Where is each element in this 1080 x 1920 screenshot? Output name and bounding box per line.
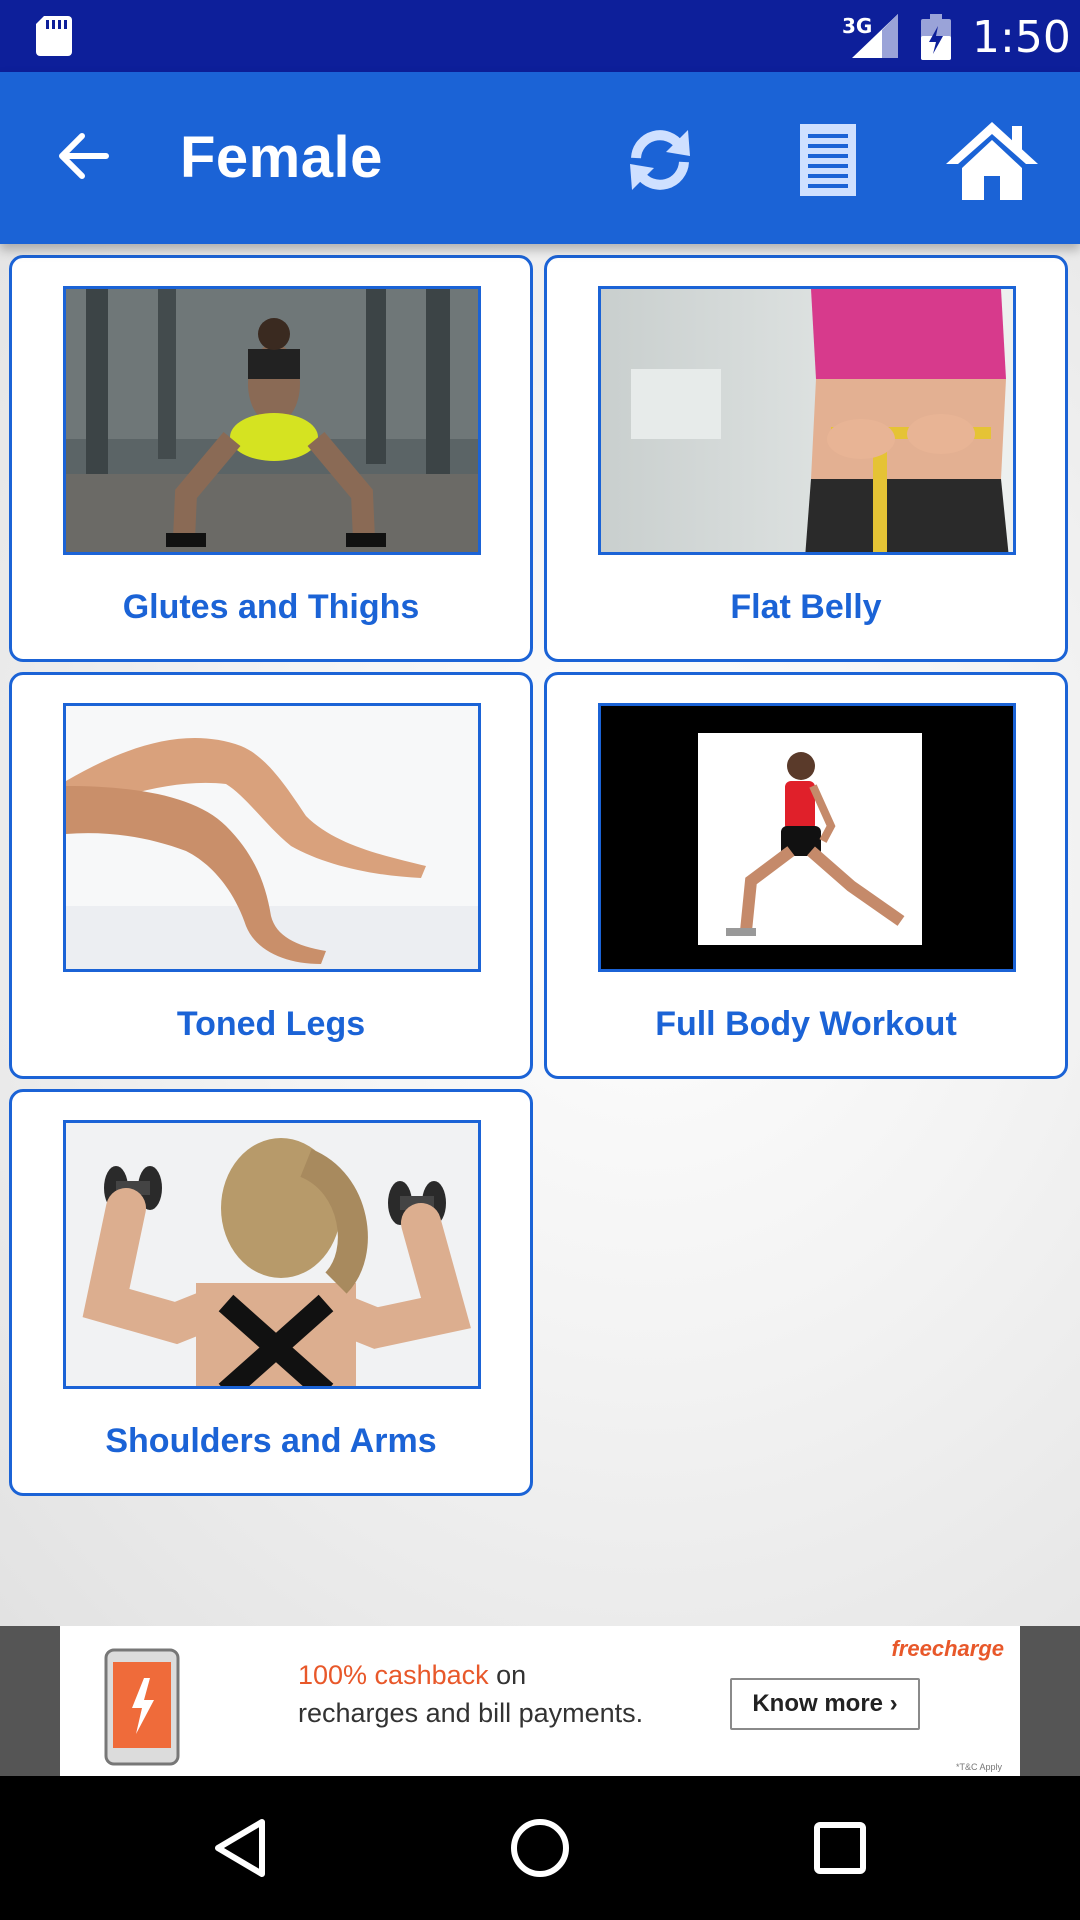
ad-headline-rest: on — [488, 1660, 527, 1690]
nav-back-icon — [215, 1819, 265, 1877]
list-button[interactable] — [780, 112, 876, 208]
signal-icon — [852, 14, 898, 58]
ad-brand-logo: freecharge — [891, 1636, 1004, 1661]
system-nav-bar — [0, 1776, 1080, 1920]
back-button[interactable] — [52, 124, 116, 188]
refresh-button[interactable] — [612, 112, 708, 208]
category-grid: Glutes and Thighs Flat Belly Toned Legs … — [0, 244, 1080, 1626]
nav-recents-icon — [814, 1822, 866, 1874]
know-more-button[interactable]: Know more › — [730, 1678, 920, 1730]
full-body-thumbnail — [598, 703, 1016, 972]
category-card-flat-belly[interactable]: Flat Belly — [544, 255, 1068, 662]
category-label: Flat Belly — [730, 588, 882, 626]
flat-belly-thumbnail — [598, 286, 1016, 555]
nav-back-button[interactable] — [196, 1804, 284, 1892]
phone-icon — [104, 1648, 180, 1766]
category-card-toned-legs[interactable]: Toned Legs — [9, 672, 533, 1079]
status-bar: 3G 1:50 — [0, 0, 1080, 72]
category-label: Full Body Workout — [655, 1005, 957, 1043]
category-label: Toned Legs — [176, 1005, 366, 1043]
list-icon — [800, 124, 856, 196]
ad-highlight: 100% cashback — [298, 1660, 489, 1690]
battery-charging-icon — [921, 14, 951, 60]
clock: 1:50 — [972, 12, 1071, 63]
home-button[interactable] — [944, 112, 1040, 208]
back-arrow-icon — [59, 133, 109, 179]
category-label: Glutes and Thighs — [122, 588, 420, 626]
nav-home-button[interactable] — [496, 1804, 584, 1892]
ad-headline: 100% cashback on — [298, 1660, 526, 1691]
sd-card-icon — [36, 16, 72, 56]
category-card-glutes-and-thighs[interactable]: Glutes and Thighs — [9, 255, 533, 662]
ad-banner[interactable]: 100% cashback on recharges and bill paym… — [60, 1626, 1020, 1776]
nav-recents-button[interactable] — [796, 1804, 884, 1892]
page-title: Female — [180, 125, 383, 190]
category-label: Shoulders and Arms — [105, 1422, 437, 1460]
glutes-thumbnail — [63, 286, 481, 555]
toned-legs-thumbnail — [63, 703, 481, 972]
home-icon — [946, 122, 1038, 200]
shoulders-thumbnail — [63, 1120, 481, 1389]
ad-fine-print: *T&C Apply — [955, 1762, 1002, 1772]
category-card-shoulders-and-arms[interactable]: Shoulders and Arms — [9, 1089, 533, 1496]
ad-subline: recharges and bill payments. — [298, 1698, 644, 1728]
nav-home-icon — [511, 1819, 569, 1877]
category-card-full-body-workout[interactable]: Full Body Workout — [544, 672, 1068, 1079]
refresh-icon — [630, 130, 690, 190]
app-toolbar: Female — [0, 72, 1080, 244]
ad-container: 100% cashback on recharges and bill paym… — [0, 1626, 1080, 1776]
